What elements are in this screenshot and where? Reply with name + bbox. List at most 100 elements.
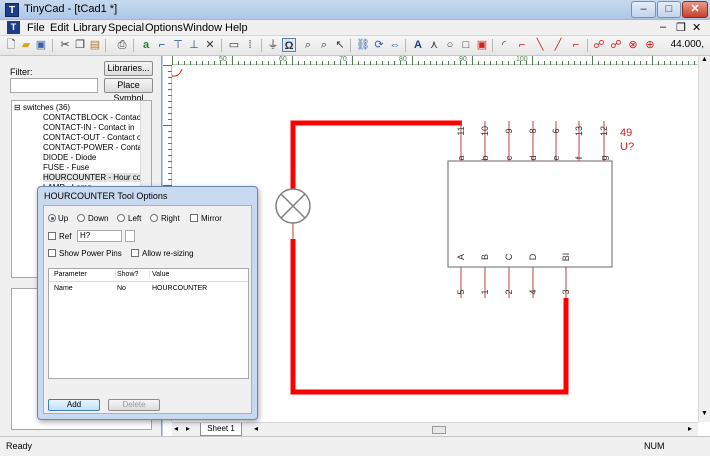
hourcounter-body[interactable] <box>447 160 613 268</box>
omega-icon[interactable]: Ω <box>282 38 296 52</box>
libraries-button[interactable]: Libraries... <box>104 61 153 76</box>
pin-number: 6 <box>551 128 561 133</box>
tree-item[interactable]: CONTACT-POWER - Contac <box>43 143 146 152</box>
toolbar-separator <box>105 39 106 52</box>
tree-item[interactable]: CONTACT-OUT - Contact ou <box>43 133 146 142</box>
text-a-icon[interactable]: a <box>139 38 153 52</box>
scroll-up-arrow[interactable]: ▲ <box>701 56 708 63</box>
minimize-button[interactable]: – <box>631 1 656 18</box>
cell-parameter[interactable]: Name <box>54 285 73 292</box>
scroll-right-arrow[interactable]: ▸ <box>688 424 692 433</box>
bom-icon[interactable]: ☍ <box>609 38 623 52</box>
tree-root-switches[interactable]: ⊟ switches (36) <box>14 103 70 112</box>
copy-icon[interactable]: ❐ <box>73 38 87 52</box>
filter-input[interactable] <box>10 78 98 93</box>
horizontal-scrollbar[interactable]: ◂ ▸ Sheet 1 ◂ ▸ <box>172 422 698 436</box>
line-red-icon[interactable]: ⌐ <box>515 38 529 52</box>
diagonal-alt-red-icon[interactable]: ╱ <box>551 38 565 52</box>
bus-icon[interactable]: ⊤ <box>171 38 185 52</box>
toolbar-separator <box>350 39 351 52</box>
place-symbol-button[interactable]: Place Symbol <box>104 78 153 103</box>
sheet-tab[interactable]: Sheet 1 <box>200 423 242 436</box>
ref-input[interactable]: H? <box>77 230 122 242</box>
circle-icon[interactable]: ○ <box>443 38 457 52</box>
allow-resizing-checkbox[interactable] <box>131 249 139 257</box>
radio-up[interactable] <box>48 214 56 222</box>
wire-icon[interactable]: ⌐ <box>155 38 169 52</box>
tree-item[interactable]: FUSE - Fuse <box>43 163 89 172</box>
mdi-close-button[interactable]: ✕ <box>692 21 701 34</box>
junction-icon[interactable]: ⁞ <box>243 38 257 52</box>
tab-scroll-right[interactable]: ▸ <box>186 424 190 433</box>
menu-window[interactable]: Window <box>183 22 222 34</box>
cell-value[interactable]: HOURCOUNTER <box>152 285 207 292</box>
pointer-icon[interactable]: ↖ <box>333 38 347 52</box>
flip-icon[interactable]: ⇔ <box>388 38 402 52</box>
delete-button[interactable]: Delete <box>108 399 160 411</box>
menu-help[interactable]: Help <box>225 22 248 34</box>
cut-icon[interactable]: ✂ <box>58 38 72 52</box>
rectangle-red-icon[interactable]: ▣ <box>475 38 489 52</box>
link-icon[interactable]: ⛓ <box>356 38 370 52</box>
square-icon[interactable]: □ <box>459 38 473 52</box>
text-tool-icon[interactable]: A <box>411 38 425 52</box>
polygon-icon[interactable]: ⋏ <box>427 38 441 52</box>
radio-right[interactable] <box>150 214 158 222</box>
polyline-red-icon[interactable]: ⌐ <box>569 38 583 52</box>
lamp-symbol[interactable] <box>275 188 311 239</box>
erc-icon[interactable]: ⊗ <box>626 38 640 52</box>
menu-options[interactable]: Options <box>145 22 183 34</box>
radio-left[interactable] <box>117 214 125 222</box>
cell-show[interactable]: No <box>117 285 126 292</box>
save-icon[interactable]: ▣ <box>34 38 48 52</box>
scroll-thumb[interactable] <box>432 426 446 434</box>
menu-special[interactable]: Special <box>108 22 144 34</box>
tree-item[interactable]: CONTACT-IN - Contact in <box>43 123 134 132</box>
filter-label: Filter: <box>10 67 33 77</box>
arc-icon[interactable]: ◜ <box>497 38 511 52</box>
app-icon[interactable]: T <box>5 3 19 17</box>
tree-item[interactable]: DIODE - Diode <box>43 153 96 162</box>
zoom-value: 44.000, <box>670 39 704 50</box>
menu-library[interactable]: Library <box>73 22 107 34</box>
new-file-icon[interactable]: 🗋 <box>4 38 18 52</box>
add-button[interactable]: Add <box>48 399 100 411</box>
no-connect-icon[interactable]: ✕ <box>203 38 217 52</box>
radio-down[interactable] <box>77 214 85 222</box>
tab-scroll-left[interactable]: ◂ <box>174 424 178 433</box>
zoom-icon[interactable]: ⌕ <box>301 38 315 52</box>
magnifier-icon[interactable]: ⌕ <box>317 38 331 52</box>
vertical-scrollbar[interactable]: ▲ ▼ <box>698 56 710 422</box>
scroll-down-arrow[interactable]: ▼ <box>701 410 708 417</box>
close-button[interactable]: ✕ <box>682 1 708 18</box>
ref-suffix-input[interactable] <box>125 230 135 242</box>
maximize-button[interactable]: □ <box>657 1 681 18</box>
tree-item[interactable]: CONTACTBLOCK - Contactbl <box>43 113 149 122</box>
menu-file[interactable]: File <box>27 22 45 34</box>
paste-icon[interactable]: ▤ <box>88 38 102 52</box>
check-icon[interactable]: ⊕ <box>643 38 657 52</box>
wire[interactable] <box>290 120 462 191</box>
ground-icon[interactable]: ⊥ <box>187 38 201 52</box>
rotate-icon[interactable]: ⟳ <box>372 38 386 52</box>
document-icon[interactable]: T <box>7 21 20 34</box>
mdi-restore-button[interactable]: ❐ <box>676 21 686 34</box>
open-folder-icon[interactable]: ▰ <box>19 38 33 52</box>
tree-item-selected[interactable]: HOURCOUNTER - Hour cour <box>43 173 149 182</box>
print-icon[interactable]: ⎙ <box>115 38 129 52</box>
col-parameter[interactable]: Parameter <box>54 271 116 278</box>
parameter-grid[interactable]: Parameter Show? Value Name No HOURCOUNTE… <box>48 268 249 379</box>
show-power-pins-checkbox[interactable] <box>48 249 56 257</box>
netlist-icon[interactable]: ☍ <box>592 38 606 52</box>
ref-checkbox[interactable] <box>48 232 56 240</box>
mirror-checkbox[interactable] <box>190 214 198 222</box>
scroll-left-arrow[interactable]: ◂ <box>254 424 258 433</box>
col-value[interactable]: Value <box>152 271 246 278</box>
mdi-minimize-button[interactable]: – <box>660 21 666 33</box>
col-show[interactable]: Show? <box>117 271 150 278</box>
diagonal-red-icon[interactable]: ╲ <box>533 38 547 52</box>
power-icon[interactable]: ⏚ <box>266 38 280 52</box>
menu-edit[interactable]: Edit <box>50 22 69 34</box>
label-icon[interactable]: ▭ <box>227 38 241 52</box>
collapse-icon[interactable]: ⊟ <box>14 103 23 112</box>
